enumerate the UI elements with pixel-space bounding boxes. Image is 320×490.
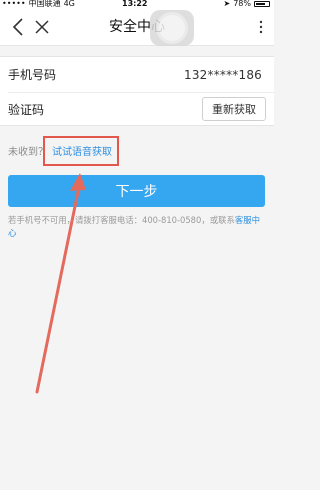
status-right: ➤ 78% — [224, 0, 270, 8]
status-left: ••••• 中国联通 4G — [2, 0, 75, 8]
voice-hint-prefix: 未收到？ — [8, 147, 48, 158]
battery-icon — [254, 1, 270, 7]
carrier-label: 中国联通 — [28, 0, 61, 8]
battery-percent: 78% — [233, 0, 251, 8]
network-label: 4G — [63, 0, 75, 8]
help-text-body: 若手机号不可用，请拨打客服电话：400-810-0580，或联系 — [8, 215, 235, 225]
phone-label: 手机号码 — [8, 68, 57, 82]
close-icon[interactable] — [32, 16, 52, 38]
status-time: 13:22 — [122, 0, 148, 8]
back-icon[interactable] — [8, 16, 28, 38]
help-text: 若手机号不可用，请拨打客服电话：400-810-0580，或联系客服中心 — [8, 214, 266, 240]
signal-icon: ••••• — [2, 0, 26, 8]
annotation-highlight-box — [43, 136, 119, 166]
nav-bar: 安全中心 — [0, 10, 274, 46]
more-icon[interactable] — [254, 16, 268, 38]
verification-form: 手机号码 132*****186 验证码 重新获取 — [0, 56, 274, 126]
page: ••••• 中国联通 4G 13:22 ➤ 78% 安全中心 手机号码 132*… — [0, 0, 274, 490]
resend-code-button[interactable]: 重新获取 — [202, 97, 266, 121]
code-row[interactable]: 验证码 重新获取 — [0, 92, 274, 127]
phone-value: 132*****186 — [183, 67, 262, 82]
next-step-button[interactable]: 下一步 — [8, 175, 265, 207]
code-label: 验证码 — [8, 103, 45, 117]
floating-assistive-button[interactable] — [150, 10, 194, 46]
location-icon: ➤ — [223, 0, 231, 8]
phone-row: 手机号码 132*****186 — [0, 57, 274, 92]
status-bar: ••••• 中国联通 4G 13:22 ➤ 78% — [0, 0, 274, 10]
